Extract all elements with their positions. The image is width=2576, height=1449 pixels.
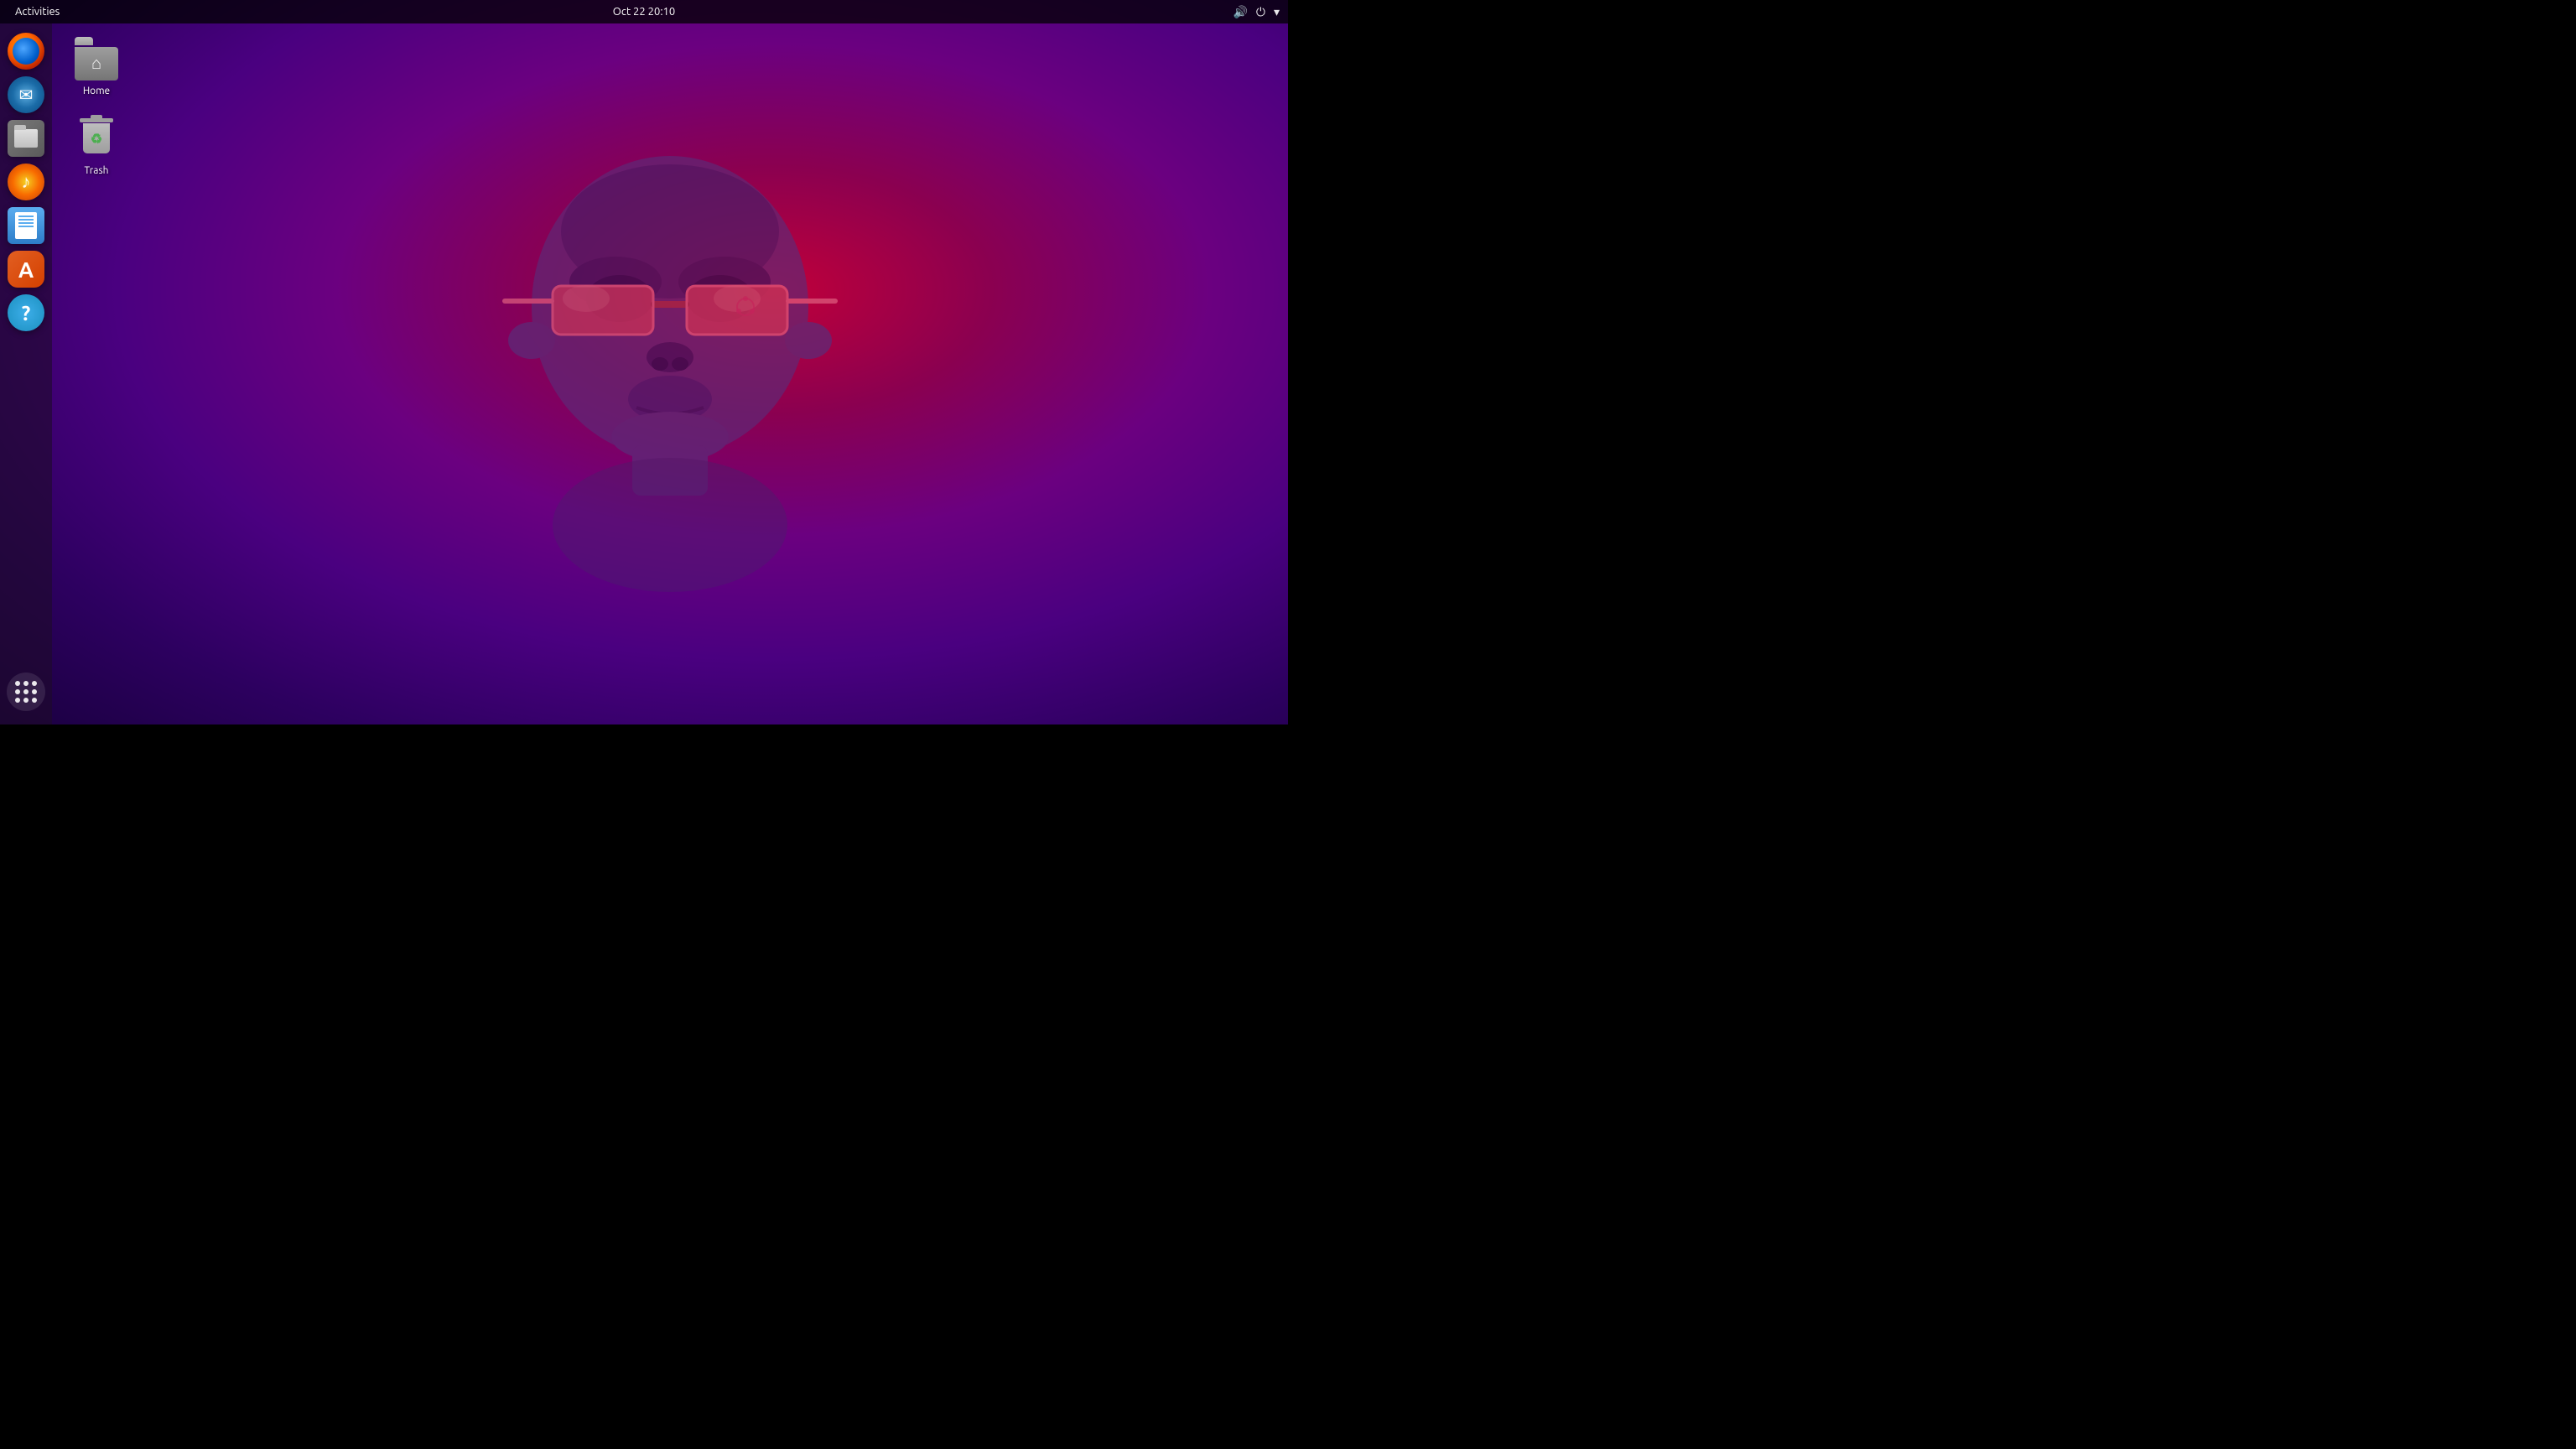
topbar: Activities Oct 22 20:10 🔊 ⏻ ▾: [0, 0, 1288, 23]
dock: [0, 23, 52, 724]
trash-icon: ♻: [75, 117, 118, 160]
dock-item-files[interactable]: [7, 119, 45, 158]
dock-item-writer[interactable]: [7, 206, 45, 245]
desktop: Activities Oct 22 20:10 🔊 ⏻ ▾: [0, 0, 1288, 724]
activities-button[interactable]: Activities: [8, 0, 66, 23]
clock: Oct 22 20:10: [613, 6, 675, 18]
home-folder-icon: ⌂: [75, 37, 118, 80]
app-grid-icon: [12, 678, 40, 706]
menu-chevron-icon[interactable]: ▾: [1274, 5, 1280, 19]
dock-item-help[interactable]: [7, 293, 45, 332]
desktop-icon-home[interactable]: ⌂ Home: [59, 30, 134, 101]
dock-bottom: [7, 673, 45, 711]
recycle-icon: ♻: [91, 131, 102, 147]
trash-image: ♻: [73, 115, 120, 162]
appstore-icon: [8, 251, 44, 288]
trash-icon-label: Trash: [84, 165, 108, 176]
desktop-icons: ⌂ Home ♻ Trash: [59, 30, 134, 181]
wallpaper: [52, 23, 1288, 724]
home-house-icon: ⌂: [91, 53, 101, 74]
home-icon-label: Home: [83, 86, 110, 96]
help-icon: [8, 294, 44, 331]
dock-item-thunderbird[interactable]: [7, 75, 45, 114]
writer-icon: [8, 207, 44, 244]
dock-item-rhythmbox[interactable]: [7, 163, 45, 201]
dock-item-appstore[interactable]: [7, 250, 45, 288]
dock-item-firefox[interactable]: [7, 32, 45, 70]
topbar-right: 🔊 ⏻ ▾: [1233, 5, 1280, 19]
thunderbird-icon: [8, 76, 44, 113]
trash-body: ♻: [83, 123, 110, 153]
activities-label: Activities: [15, 6, 60, 18]
power-icon[interactable]: ⏻: [1256, 5, 1265, 19]
home-folder-image: ⌂: [73, 35, 120, 82]
rhythmbox-icon: [8, 164, 44, 200]
desktop-icon-trash[interactable]: ♻ Trash: [59, 110, 134, 181]
show-applications-button[interactable]: [7, 673, 45, 711]
volume-icon[interactable]: 🔊: [1233, 5, 1247, 19]
firefox-icon: [8, 33, 44, 70]
files-icon: [8, 120, 44, 157]
